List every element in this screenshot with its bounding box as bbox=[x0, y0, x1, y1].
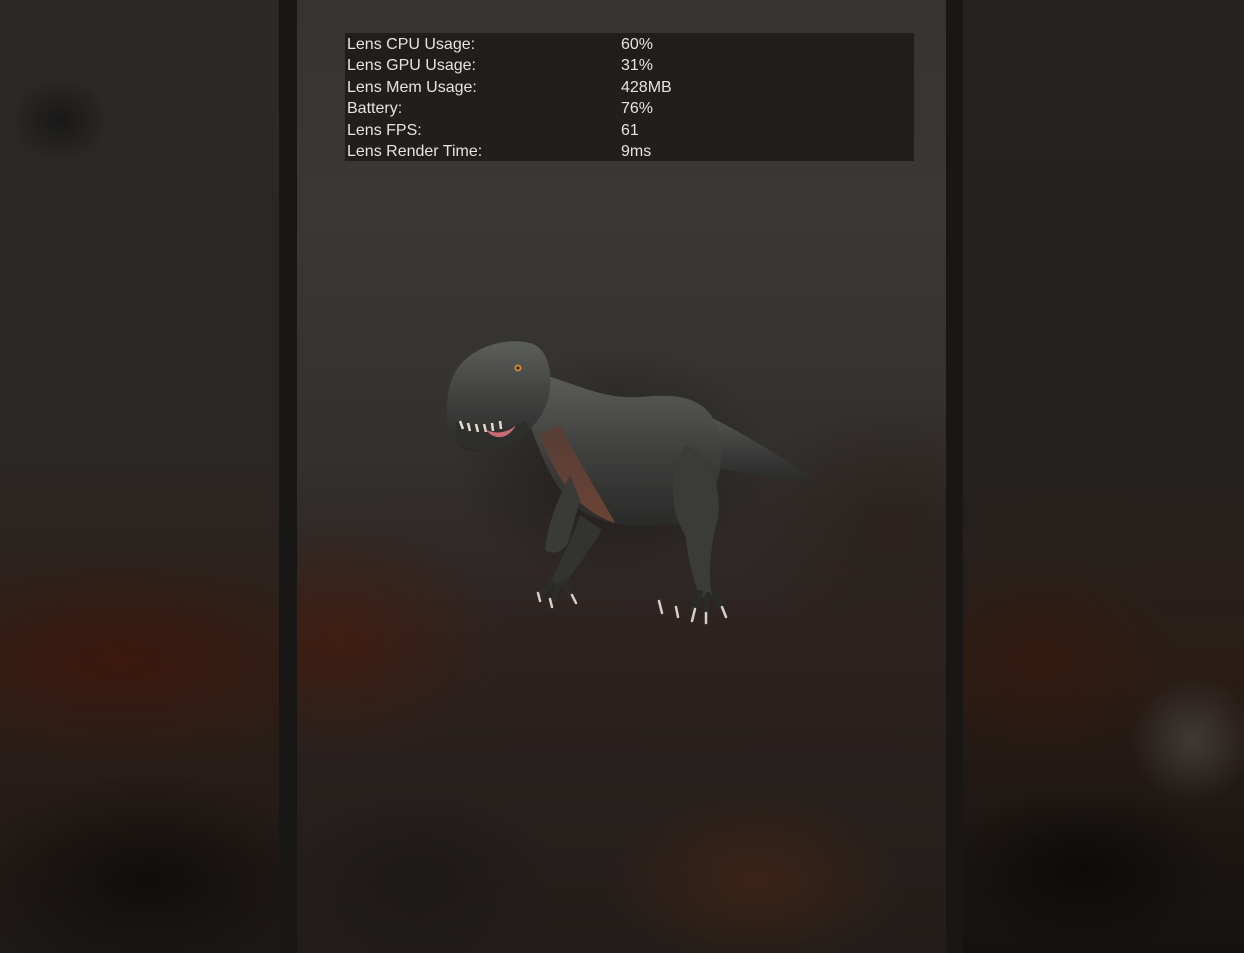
stat-label: Lens GPU Usage: bbox=[347, 57, 476, 74]
camera-background-left bbox=[0, 0, 280, 953]
viewport-border-right bbox=[946, 0, 964, 953]
stat-value: 31% bbox=[621, 57, 654, 74]
t-rex-model-icon[interactable] bbox=[430, 325, 830, 625]
stat-row-gpu: Lens GPU Usage: 31% bbox=[345, 55, 914, 76]
stat-label: Lens FPS: bbox=[347, 122, 422, 139]
stat-value: 61 bbox=[621, 122, 639, 139]
camera-background-right bbox=[963, 0, 1244, 953]
stat-label: Battery: bbox=[347, 100, 403, 117]
stat-row-render-time: Lens Render Time: 9ms bbox=[345, 141, 914, 162]
stat-row-fps: Lens FPS: 61 bbox=[345, 120, 914, 141]
stat-label: Lens Render Time: bbox=[347, 143, 483, 160]
lens-preview-screen: Lens CPU Usage: 60% Lens GPU Usage: 31% … bbox=[0, 0, 1244, 953]
stat-value: 60% bbox=[621, 36, 654, 53]
stat-value: 9ms bbox=[621, 143, 652, 160]
stat-value: 76% bbox=[621, 100, 654, 117]
stat-label: Lens Mem Usage: bbox=[347, 79, 477, 96]
stat-row-cpu: Lens CPU Usage: 60% bbox=[345, 34, 914, 55]
stat-label: Lens CPU Usage: bbox=[347, 36, 476, 53]
stat-row-memory: Lens Mem Usage: 428MB bbox=[345, 77, 914, 98]
stat-row-battery: Battery: 76% bbox=[345, 98, 914, 119]
viewport-border-left bbox=[279, 0, 297, 953]
lens-stats-panel: Lens CPU Usage: 60% Lens GPU Usage: 31% … bbox=[345, 33, 914, 161]
stat-value: 428MB bbox=[621, 79, 672, 96]
